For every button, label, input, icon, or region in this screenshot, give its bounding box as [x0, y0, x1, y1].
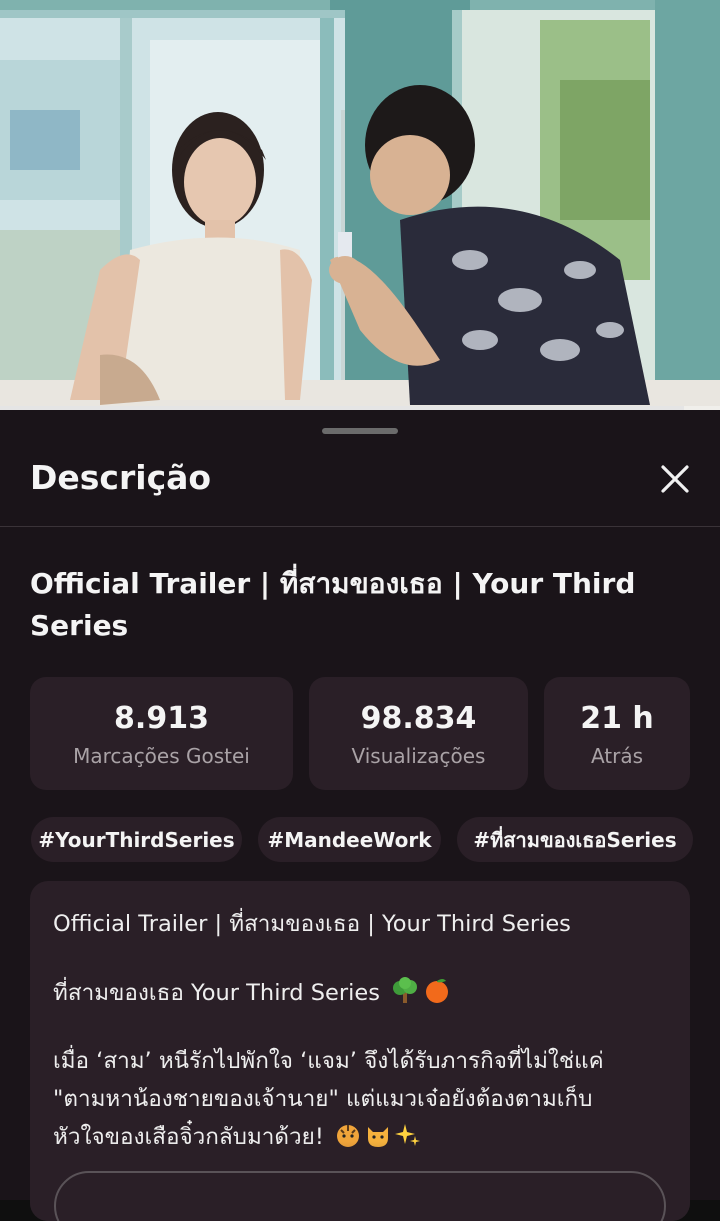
- description-line: เมื่อ ‘สาม’ หนีรักไปพักใจ ‘แจม’ จึงได้รั…: [53, 1048, 604, 1074]
- description-line: ที่สามของเธอ Your Third Series: [53, 976, 683, 1014]
- tangerine-icon: [423, 976, 451, 1014]
- description-box: Official Trailer | ที่สามของเธอ | Your T…: [30, 881, 690, 1221]
- video-frame: [0, 0, 720, 410]
- likes-label: Marcações Gostei: [73, 744, 250, 768]
- upload-age-label: Atrás: [590, 744, 644, 768]
- upload-age-value: 21 h: [580, 701, 654, 736]
- hashtag-chip-mandeework[interactable]: #MandeeWork: [258, 817, 441, 862]
- upload-age-stat: 21 h Atrás: [544, 677, 690, 790]
- description-text: ที่สามของเธอ Your Third Series: [53, 980, 380, 1006]
- likes-count: 8.913: [114, 701, 209, 736]
- video-player[interactable]: [0, 0, 720, 410]
- views-stat: 98.834 Visualizações: [309, 677, 528, 790]
- close-icon: [661, 465, 689, 493]
- description-sheet: Descrição Official Trailer | ที่สามของเธ…: [0, 410, 720, 1221]
- views-label: Visualizações: [351, 744, 486, 768]
- show-more-button[interactable]: [54, 1171, 666, 1221]
- sheet-title: Descrição: [30, 458, 212, 497]
- likes-stat: 8.913 Marcações Gostei: [30, 677, 293, 790]
- hashtag-chip-yourthirdseries[interactable]: #YourThirdSeries: [31, 817, 242, 862]
- description-line: Official Trailer | ที่สามของเธอ | Your T…: [53, 911, 571, 937]
- hashtag-chip-thai-series[interactable]: #ที่สามของเธอSeries: [457, 817, 693, 862]
- close-button[interactable]: [650, 457, 700, 501]
- drag-handle[interactable]: [322, 428, 398, 434]
- description-line: "ตามหาน้องชายของเจ้านาย" แต่แมวเจ๋อยังต้…: [53, 1086, 593, 1112]
- tree-icon: [391, 976, 419, 1014]
- video-title: Official Trailer | ที่สามของเธอ | Your T…: [30, 567, 636, 642]
- views-count: 98.834: [360, 701, 477, 736]
